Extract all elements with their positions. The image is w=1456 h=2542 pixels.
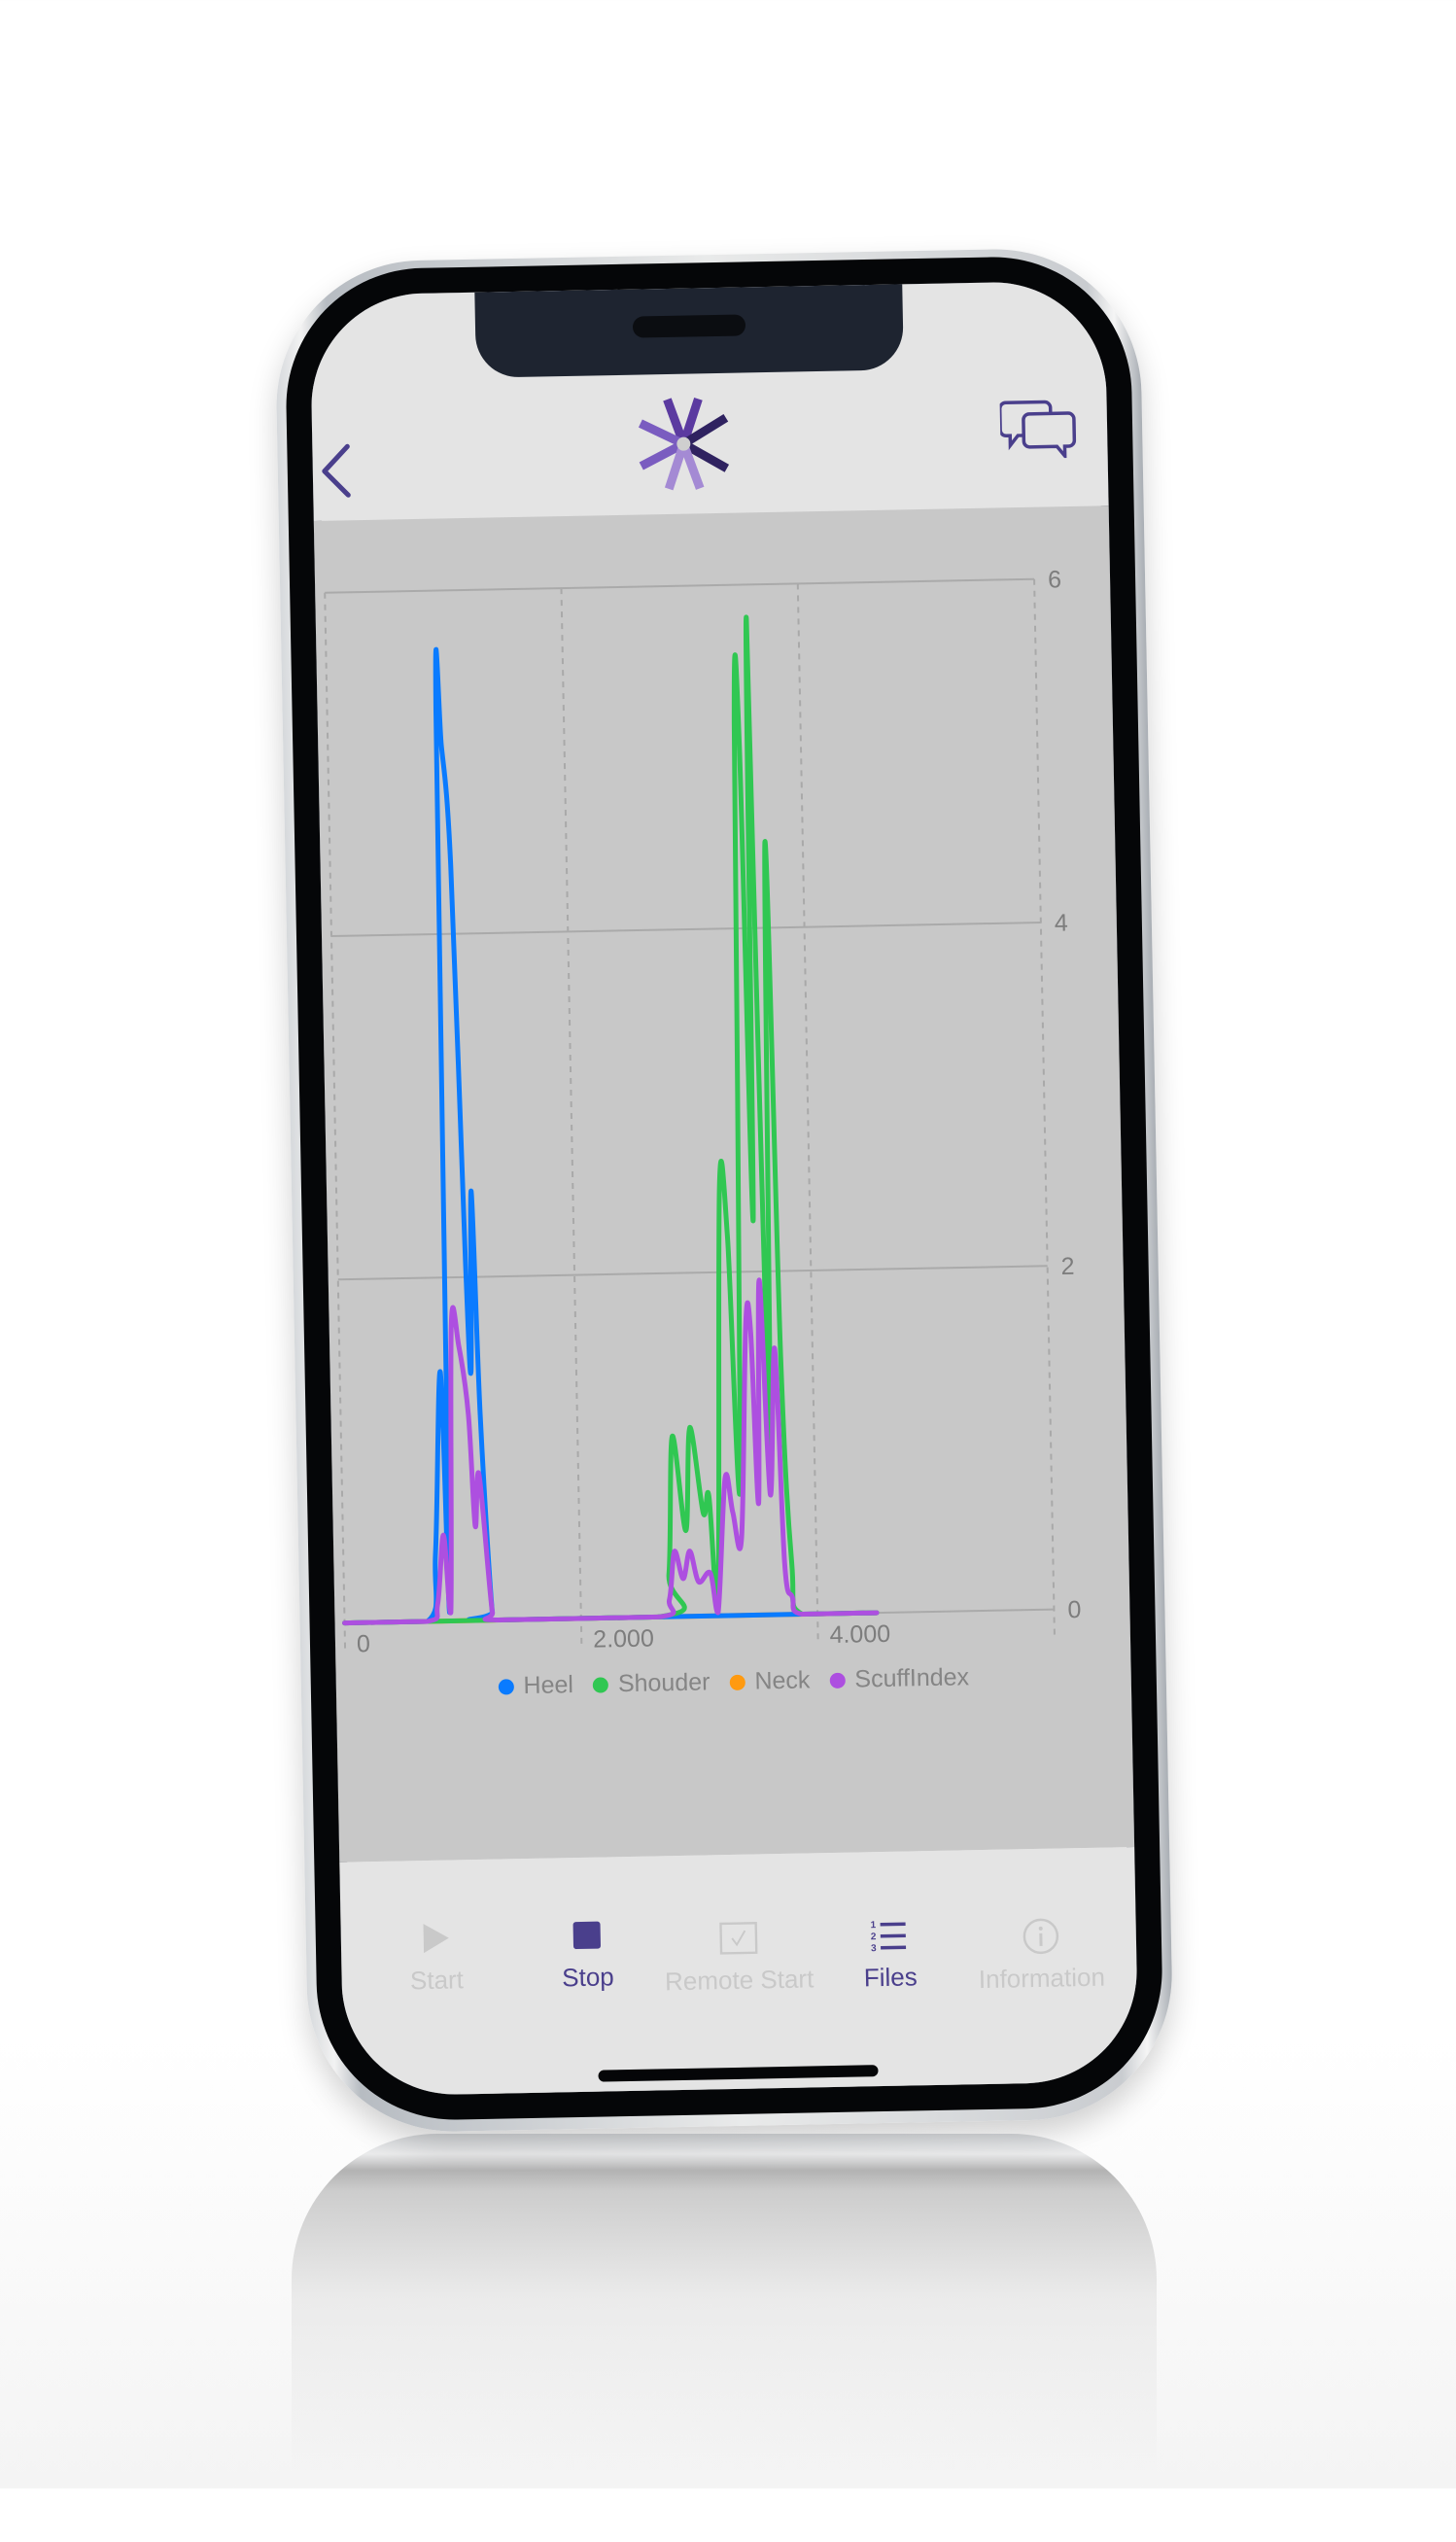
legend-dot-icon <box>829 1672 846 1689</box>
x-gridline <box>1033 578 1057 1639</box>
series-line-shouder <box>342 614 880 1626</box>
legend-dot-icon <box>498 1678 514 1695</box>
legend-item-shouder[interactable]: Shouder <box>592 1668 711 1698</box>
svg-text:1: 1 <box>870 1920 876 1931</box>
line-chart: 0 2.000 4.000 0 2 4 6 <box>324 566 1082 1657</box>
chart-panel: 0 2.000 4.000 0 2 4 6 Heel Shouder Neck ScuffInde… <box>313 505 1135 1863</box>
tab-stop[interactable]: Stop <box>514 1914 661 1994</box>
tab-label: Stop <box>561 1962 615 1993</box>
x-tick-label: 2.000 <box>593 1624 654 1653</box>
numbered-list-icon: 123 <box>870 1915 910 1955</box>
tab-label: Files <box>863 1962 918 1993</box>
svg-text:2: 2 <box>870 1932 876 1942</box>
legend-item-neck[interactable]: Neck <box>729 1666 811 1696</box>
chevron-left-icon <box>322 443 351 498</box>
x-tick-label: 0 <box>357 1630 370 1657</box>
x-gridline <box>796 583 819 1644</box>
y-tick-label: 6 <box>1048 566 1061 593</box>
checkbox-icon <box>718 1918 758 1958</box>
app-logo <box>632 393 735 496</box>
tab-label: Start <box>409 1965 465 1996</box>
phone-device: 0 2.000 4.000 0 2 4 6 Heel Shouder Neck ScuffInde… <box>0 0 1456 2502</box>
legend-label: Heel <box>523 1671 574 1700</box>
tab-label: Information <box>978 1962 1106 1995</box>
phone-frame: 0 2.000 4.000 0 2 4 6 Heel Shouder Neck ScuffInde… <box>273 246 1175 2135</box>
y-tick-label: 4 <box>1055 909 1069 936</box>
legend-dot-icon <box>729 1674 745 1690</box>
legend-dot-icon <box>592 1676 609 1693</box>
legend-item-scuffindex[interactable]: ScuffIndex <box>829 1663 969 1694</box>
back-button[interactable] <box>318 440 358 502</box>
y-tick-label: 0 <box>1067 1596 1081 1623</box>
tab-remote-start[interactable]: Remote Start <box>664 1917 815 1997</box>
play-icon <box>416 1918 456 1958</box>
y-gridline <box>325 577 1035 594</box>
x-gridline <box>324 592 347 1653</box>
x-tick-label: 4.000 <box>829 1620 890 1649</box>
tab-files[interactable]: 1 2 3 Files <box>816 1914 963 1994</box>
tab-start[interactable]: Start <box>363 1917 509 1997</box>
chat-button[interactable] <box>997 396 1077 462</box>
series-line-heel <box>342 646 880 1626</box>
info-icon <box>1022 1917 1061 1957</box>
legend-label: Shouder <box>617 1668 711 1698</box>
legend-item-heel[interactable]: Heel <box>498 1671 573 1700</box>
x-gridline <box>560 588 583 1648</box>
legend-label: ScuffIndex <box>854 1663 970 1693</box>
tab-label: Remote Start <box>664 1964 815 1997</box>
legend-label: Neck <box>754 1666 811 1695</box>
earpiece-speaker <box>632 314 746 338</box>
asterisk-logo-icon <box>638 397 730 491</box>
phone-bezel: 0 2.000 4.000 0 2 4 6 Heel Shouder Neck ScuffInde… <box>283 254 1165 2123</box>
bottom-tab-bar: Start Stop Remote Start 1 2 3 Files Information <box>339 1847 1139 2097</box>
series-line-scuffindex <box>342 1277 880 1626</box>
notch <box>474 284 904 378</box>
app-screen: 0 2.000 4.000 0 2 4 6 Heel Shouder Neck ScuffInde… <box>309 280 1139 2097</box>
tab-information[interactable]: Information <box>968 1915 1115 1995</box>
chat-bubbles-icon <box>997 400 1077 462</box>
y-tick-label: 2 <box>1060 1253 1074 1280</box>
svg-text:3: 3 <box>871 1943 877 1953</box>
stop-icon <box>568 1915 607 1955</box>
